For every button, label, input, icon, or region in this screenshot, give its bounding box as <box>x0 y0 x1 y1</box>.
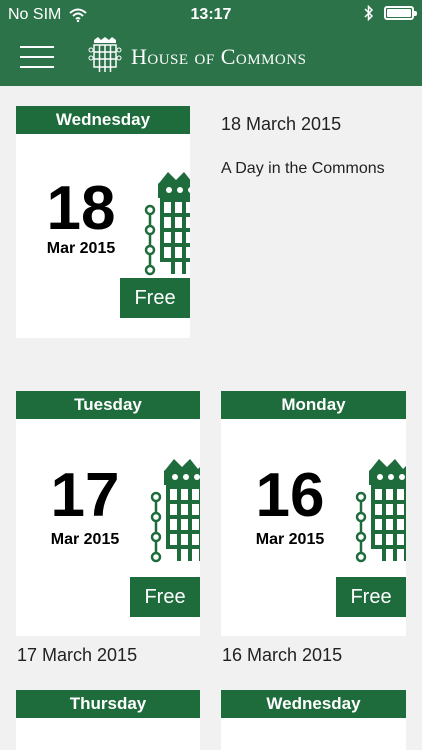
issue-card[interactable]: Monday 16 Mar 2015 Free <box>221 391 406 636</box>
day-number: 17 <box>50 461 120 530</box>
app-title: House of Commons <box>131 44 307 69</box>
bluetooth-icon <box>364 5 374 21</box>
featured-subtitle: A Day in the Commons <box>221 160 385 177</box>
month-year: Mar 2015 <box>50 531 120 548</box>
battery-icon <box>384 6 417 20</box>
portcullis-crest-icon <box>355 459 406 563</box>
issue-card[interactable]: Thursday <box>16 690 200 750</box>
day-banner: Wednesday <box>16 106 190 134</box>
issue-date-label: 17 March 2015 <box>17 645 138 665</box>
issue-date-label: 16 March 2015 <box>222 645 343 665</box>
day-banner: Wednesday <box>221 690 406 718</box>
status-right <box>364 5 417 21</box>
day-banner: Monday <box>221 391 406 419</box>
day-number: 18 <box>46 174 116 243</box>
status-bar: No SIM 13:17 <box>0 0 422 30</box>
day-banner: Thursday <box>16 690 200 718</box>
month-year: Mar 2015 <box>255 531 325 548</box>
free-button[interactable]: Free <box>130 577 200 617</box>
day-banner: Tuesday <box>16 391 200 419</box>
menu-line <box>20 56 54 58</box>
issue-card[interactable]: Wednesday <box>221 690 406 750</box>
free-button[interactable]: Free <box>336 577 406 617</box>
featured-date-label: 18 March 2015 <box>221 114 342 134</box>
menu-line <box>20 46 54 48</box>
free-button[interactable]: Free <box>120 278 190 318</box>
portcullis-crest-icon <box>144 172 190 276</box>
clock: 13:17 <box>190 6 232 23</box>
portcullis-logo-icon <box>88 37 122 72</box>
portcullis-crest-icon <box>150 459 200 563</box>
featured-issue-card[interactable]: Wednesday 18 Mar 2015 Free <box>16 106 190 338</box>
menu-button[interactable] <box>20 44 54 70</box>
day-number: 16 <box>255 461 325 530</box>
nav-bar: House of Commons <box>0 30 422 86</box>
issue-card[interactable]: Tuesday 17 Mar 2015 Free <box>16 391 200 636</box>
menu-line <box>20 66 54 68</box>
month-year: Mar 2015 <box>46 240 116 257</box>
